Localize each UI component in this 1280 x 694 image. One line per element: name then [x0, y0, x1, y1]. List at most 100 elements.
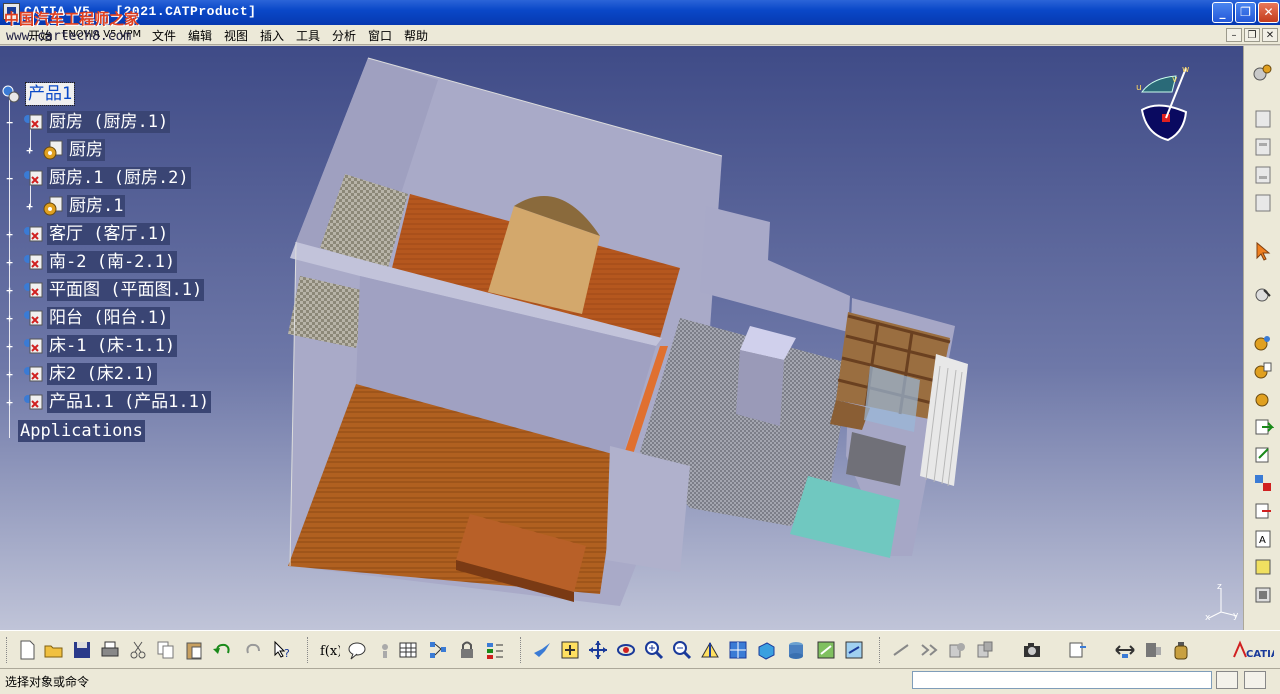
menu-file[interactable]: 文件 — [152, 27, 176, 44]
inertia-icon[interactable] — [946, 639, 968, 661]
iso-view-icon[interactable] — [755, 639, 777, 661]
expand-icon[interactable]: + — [4, 397, 15, 408]
tree-label-root[interactable]: 产品1 — [24, 82, 76, 106]
expand-icon[interactable]: + — [4, 341, 15, 352]
measure-disk-icon[interactable] — [1142, 639, 1164, 661]
redo-icon[interactable] — [243, 639, 265, 661]
bom-icon[interactable]: A — [1252, 528, 1274, 550]
sheet-icon-3[interactable] — [1252, 164, 1274, 186]
print-icon[interactable] — [99, 639, 121, 661]
hide-show-icon[interactable] — [815, 639, 837, 661]
sheet-icon-4[interactable] — [1252, 192, 1274, 214]
component-icon[interactable] — [1252, 332, 1274, 354]
fit-all-icon[interactable] — [559, 639, 581, 661]
swap-icon[interactable] — [843, 639, 865, 661]
scenes-icon[interactable] — [1252, 584, 1274, 606]
tree-label[interactable]: 床2 (床2.1) — [47, 363, 157, 385]
replace-icon[interactable] — [1252, 444, 1274, 466]
toolbar-grip[interactable] — [6, 637, 9, 663]
part-icon[interactable] — [1252, 388, 1274, 410]
constraint-icon[interactable] — [1252, 556, 1274, 578]
tree-label[interactable]: 厨房 (厨房.1) — [47, 111, 171, 133]
formula-icon[interactable]: f(x) — [318, 639, 340, 661]
tree-node[interactable]: + 床-1 (床-1.1) — [0, 335, 200, 357]
3d-viewport[interactable]: 产品1 − 厨房 (厨房.1) + 厨房 − 厨房.1 (厨房.2) + 厨房.… — [0, 46, 1243, 630]
maximize-button[interactable]: ❐ — [1235, 2, 1256, 23]
render-style-icon[interactable] — [785, 639, 807, 661]
tree-node[interactable]: + 产品1.1 (产品1.1) — [0, 391, 240, 413]
fly-icon[interactable] — [531, 639, 553, 661]
save-icon[interactable] — [71, 639, 93, 661]
expand-icon[interactable]: + — [4, 313, 15, 324]
renumber-icon[interactable] — [1252, 500, 1274, 522]
zoom-out-icon[interactable] — [671, 639, 693, 661]
tree-node[interactable]: + 床2 (床2.1) — [0, 363, 200, 385]
command-cancel-button[interactable] — [1244, 671, 1266, 689]
tree-label[interactable]: 南-2 (南-2.1) — [47, 251, 178, 273]
expand-icon[interactable]: + — [4, 257, 15, 268]
tree-node-child[interactable]: + 厨房 — [0, 139, 200, 161]
tree-label[interactable]: 平面图 (平面图.1) — [47, 279, 205, 301]
tree-node-child[interactable]: + 厨房.1 — [0, 195, 200, 217]
measure-between-icon[interactable] — [890, 639, 912, 661]
toolbar-grip[interactable] — [520, 637, 523, 663]
tree-node[interactable]: + 阳台 (阳台.1) — [0, 307, 200, 329]
product-icon[interactable] — [1252, 360, 1274, 382]
settings-gear-icon[interactable] — [1252, 62, 1274, 84]
comment-icon[interactable] — [346, 639, 368, 661]
mdi-minimize-button[interactable]: – — [1226, 28, 1242, 42]
new-icon[interactable] — [16, 639, 38, 661]
tree-label[interactable]: 产品1.1 (产品1.1) — [47, 391, 212, 413]
command-input[interactable] — [912, 671, 1212, 689]
tree-label[interactable]: 客厅 (客厅.1) — [47, 223, 171, 245]
reorder-icon[interactable] — [1252, 472, 1274, 494]
tree-node[interactable]: − 厨房.1 (厨房.2) — [0, 167, 210, 189]
close-button[interactable]: ✕ — [1258, 2, 1279, 23]
minimize-button[interactable]: _ — [1212, 2, 1233, 23]
copy-icon[interactable] — [155, 639, 177, 661]
snap-icon[interactable] — [1252, 284, 1274, 306]
menu-window[interactable]: 窗口 — [368, 27, 392, 44]
tree-label[interactable]: 床-1 (床-1.1) — [47, 335, 178, 357]
tree-node[interactable]: − 厨房 (厨房.1) — [0, 111, 200, 133]
compass-icon[interactable]: u v w — [1128, 62, 1194, 142]
toolbar-grip[interactable] — [307, 637, 310, 663]
mdi-close-button[interactable]: ✕ — [1262, 28, 1278, 42]
table-icon[interactable] — [397, 639, 419, 661]
insert-existing-icon[interactable] — [1252, 416, 1274, 438]
rotate-icon[interactable] — [615, 639, 637, 661]
zoom-in-icon[interactable] — [643, 639, 665, 661]
tree-node-applications[interactable]: Applications — [0, 420, 160, 442]
open-icon[interactable] — [43, 639, 65, 661]
catalog-icon[interactable] — [1066, 639, 1088, 661]
sheet-icon[interactable] — [1252, 108, 1274, 130]
expand-icon[interactable]: + — [4, 369, 15, 380]
tree-node-root[interactable]: 产品1 — [0, 82, 90, 106]
clash-icon[interactable] — [974, 639, 996, 661]
tree-label[interactable]: 阳台 (阳台.1) — [47, 307, 171, 329]
command-options-button[interactable] — [1216, 671, 1238, 689]
pan-icon[interactable] — [587, 639, 609, 661]
menu-view[interactable]: 视图 — [224, 27, 248, 44]
menu-tools[interactable]: 工具 — [296, 27, 320, 44]
collapse-icon[interactable]: − — [4, 117, 15, 128]
knowledge-icon[interactable] — [374, 639, 396, 661]
sectioning-icon[interactable] — [1114, 639, 1136, 661]
multi-view-icon[interactable] — [727, 639, 749, 661]
paste-icon[interactable] — [183, 639, 205, 661]
undo-icon[interactable] — [211, 639, 233, 661]
lock-icon[interactable] — [456, 639, 478, 661]
measure-item-icon[interactable] — [918, 639, 940, 661]
expand-icon[interactable]: + — [4, 285, 15, 296]
tree-label[interactable]: 厨房.1 (厨房.2) — [47, 167, 191, 189]
expand-icon[interactable]: + — [24, 201, 35, 212]
tree-node[interactable]: + 客厅 (客厅.1) — [0, 223, 200, 245]
tree-node[interactable]: + 南-2 (南-2.1) — [0, 251, 200, 273]
collapse-icon[interactable]: − — [4, 173, 15, 184]
cut-icon[interactable] — [127, 639, 149, 661]
mdi-restore-button[interactable]: ❐ — [1244, 28, 1260, 42]
normal-view-icon[interactable] — [699, 639, 721, 661]
tree-label[interactable]: 厨房.1 — [67, 195, 126, 217]
tree-label[interactable]: 厨房 — [67, 139, 105, 161]
menu-insert[interactable]: 插入 — [260, 27, 284, 44]
